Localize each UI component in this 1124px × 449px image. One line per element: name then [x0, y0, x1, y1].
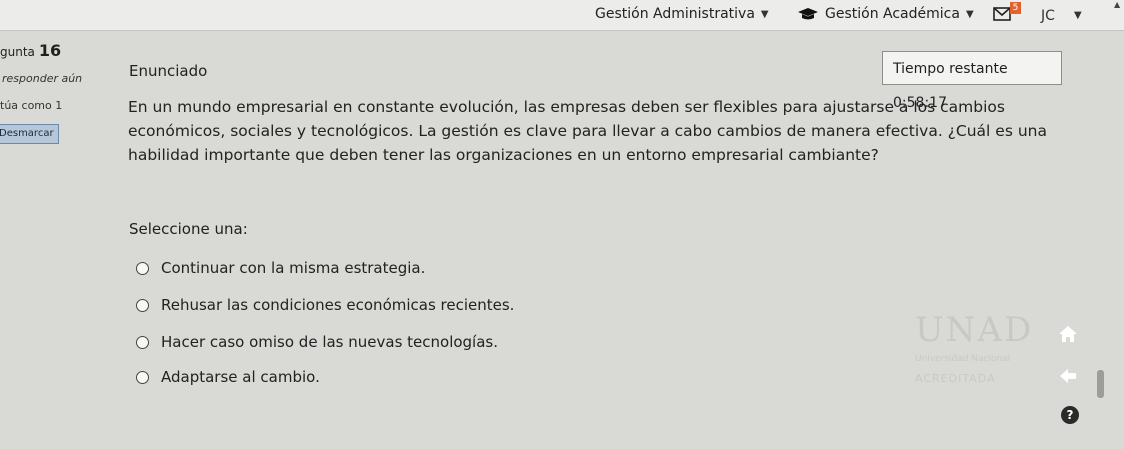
- messages-badge: 5: [1010, 2, 1021, 14]
- scroll-up-icon[interactable]: ▲: [1114, 0, 1120, 9]
- answer-option-label: Continuar con la misma estrategia.: [161, 259, 426, 277]
- question-score: túa como 1: [0, 99, 63, 112]
- chevron-down-icon[interactable]: ▼: [1074, 10, 1082, 21]
- radio-button[interactable]: [136, 298, 149, 312]
- answer-option[interactable]: Rehusar las condiciones económicas recie…: [136, 296, 514, 314]
- answer-option[interactable]: Continuar con la misma estrategia.: [136, 259, 425, 277]
- question-text: En un mundo empresarial en constante evo…: [128, 98, 1047, 164]
- question-number: 16: [38, 41, 62, 60]
- menu-admin-label: Gestión Administrativa: [595, 6, 755, 22]
- answer-option-label: Adaptarse al cambio.: [161, 368, 320, 386]
- menu-gestion-administrativa[interactable]: Gestión Administrativa ▼: [595, 6, 769, 22]
- answer-option[interactable]: Adaptarse al cambio.: [136, 368, 320, 386]
- question-title: gunta 16: [0, 41, 61, 60]
- logo-subtitle: Universidad Nacional: [915, 354, 1011, 364]
- radio-button[interactable]: [136, 335, 149, 349]
- logo-accreditation: ACREDITADA: [915, 372, 996, 385]
- user-avatar[interactable]: JC: [1030, 4, 1066, 28]
- answer-option-label: Rehusar las condiciones económicas recie…: [161, 296, 515, 314]
- help-icon[interactable]: ?: [1061, 406, 1079, 424]
- menu-academic-label: Gestión Académica: [825, 6, 960, 22]
- graduation-cap-icon: [798, 8, 818, 20]
- unflag-button[interactable]: Desmarcar: [0, 124, 59, 144]
- timer-label: Tiempo restante: [893, 61, 1008, 77]
- question-status: responder aún: [2, 72, 83, 85]
- timer-box: Tiempo restante 0:58:17: [882, 51, 1062, 111]
- radio-button[interactable]: [136, 261, 149, 275]
- select-prompt: Seleccione una:: [129, 220, 248, 238]
- radio-button[interactable]: [136, 370, 149, 384]
- top-bar: Gestión Administrativa ▼ Gestión Académi…: [0, 0, 1124, 31]
- logo-name: UNAD: [915, 310, 1034, 350]
- enunciado-heading: Enunciado: [129, 62, 208, 80]
- question-title-prefix: gunta: [0, 45, 35, 59]
- answer-option[interactable]: Hacer caso omiso de las nuevas tecnologí…: [136, 333, 498, 351]
- chevron-down-icon: ▼: [965, 8, 974, 20]
- answer-option-label: Hacer caso omiso de las nuevas tecnologí…: [161, 333, 499, 351]
- unad-logo: UNAD Universidad Nacional ACREDITADA: [915, 310, 1034, 430]
- home-icon[interactable]: [1055, 322, 1081, 346]
- menu-gestion-academica[interactable]: Gestión Académica ▼: [797, 6, 974, 22]
- scrollbar-thumb[interactable]: [1097, 370, 1104, 398]
- arrow-left-icon[interactable]: [1055, 364, 1081, 388]
- chevron-down-icon: ▼: [760, 8, 769, 20]
